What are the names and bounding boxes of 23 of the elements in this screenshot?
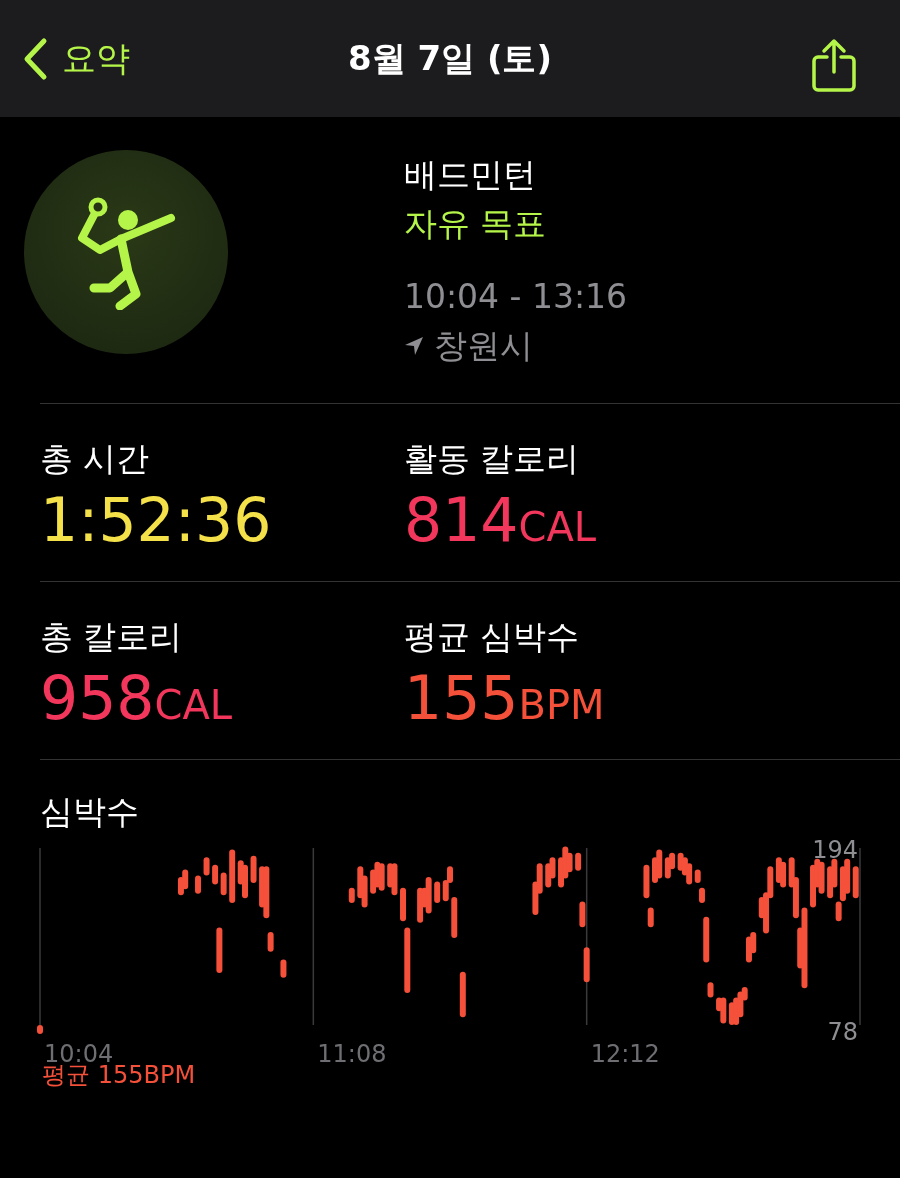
chevron-left-icon: [22, 36, 48, 81]
share-icon: [810, 38, 858, 94]
workout-name: 배드민턴: [404, 154, 537, 196]
stat-label: 평균 심박수: [404, 616, 581, 658]
back-button[interactable]: 요약: [22, 35, 130, 82]
stat-value: 155 BPM: [404, 662, 606, 735]
stat-label: 총 칼로리: [40, 616, 184, 658]
share-button[interactable]: [810, 38, 858, 94]
heart-rate-scale-label: 78: [827, 1018, 858, 1046]
time-axis-label: 12:12: [590, 1040, 660, 1068]
time-range: 10:04 - 13:16: [404, 276, 628, 318]
screen-title: 8월 7일 (토): [347, 37, 553, 78]
stat-value: 1:52:36: [40, 484, 273, 557]
stat-label: 활동 칼로리: [404, 438, 581, 480]
heart-rate-scale-label: 194: [812, 836, 858, 864]
workout-goal: 자유 목표: [404, 203, 548, 245]
section-title: 심박수: [40, 791, 139, 833]
location-label: 창원시: [434, 325, 533, 367]
time-axis-label: 11:08: [317, 1040, 387, 1068]
stat-label: 총 시간: [40, 438, 151, 480]
stat-value: 814CAL: [404, 484, 598, 557]
location-arrow-icon: [404, 335, 424, 356]
stat-value: 958CAL: [40, 662, 234, 735]
